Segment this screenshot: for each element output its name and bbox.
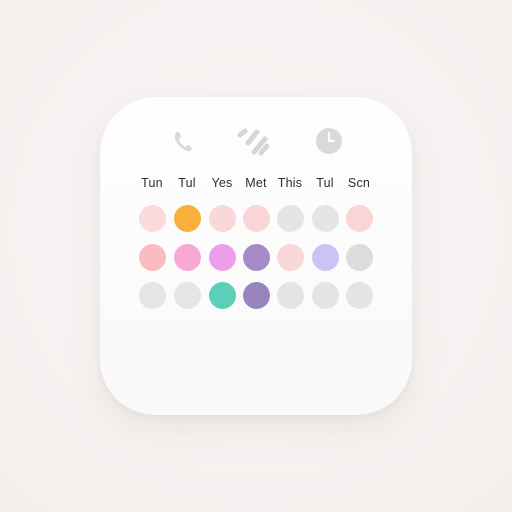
day-dot[interactable] [311,243,339,271]
day-dot[interactable] [345,281,373,309]
day-dot[interactable] [173,281,201,309]
weekday-label: This [277,176,303,190]
day-dot[interactable] [173,204,201,232]
weekday-label: Tun [141,176,163,190]
day-dot[interactable] [208,204,236,232]
weekday-header: Tun Tul Yes Met This Tul Scn [100,176,412,192]
day-dot[interactable] [242,243,270,271]
day-dot[interactable] [311,204,339,232]
clock-icon[interactable] [314,127,344,157]
day-dot[interactable] [138,204,166,232]
day-dot[interactable] [276,204,304,232]
calendar-app-card[interactable]: Tun Tul Yes Met This Tul Scn [100,97,412,415]
day-dot[interactable] [138,281,166,309]
phone-icon[interactable] [170,127,198,155]
day-dot[interactable] [208,281,236,309]
day-dot[interactable] [276,243,304,271]
day-dot[interactable] [242,281,270,309]
day-dot[interactable] [345,243,373,271]
day-dot[interactable] [173,243,201,271]
day-dot[interactable] [276,281,304,309]
day-dot[interactable] [345,204,373,232]
day-dot[interactable] [208,243,236,271]
day-dot[interactable] [138,243,166,271]
day-dot[interactable] [311,281,339,309]
day-dot[interactable] [242,204,270,232]
slash-marks-icon[interactable] [234,127,274,157]
weekday-label: Scn [347,176,371,190]
weekday-label: Tul [178,176,196,190]
